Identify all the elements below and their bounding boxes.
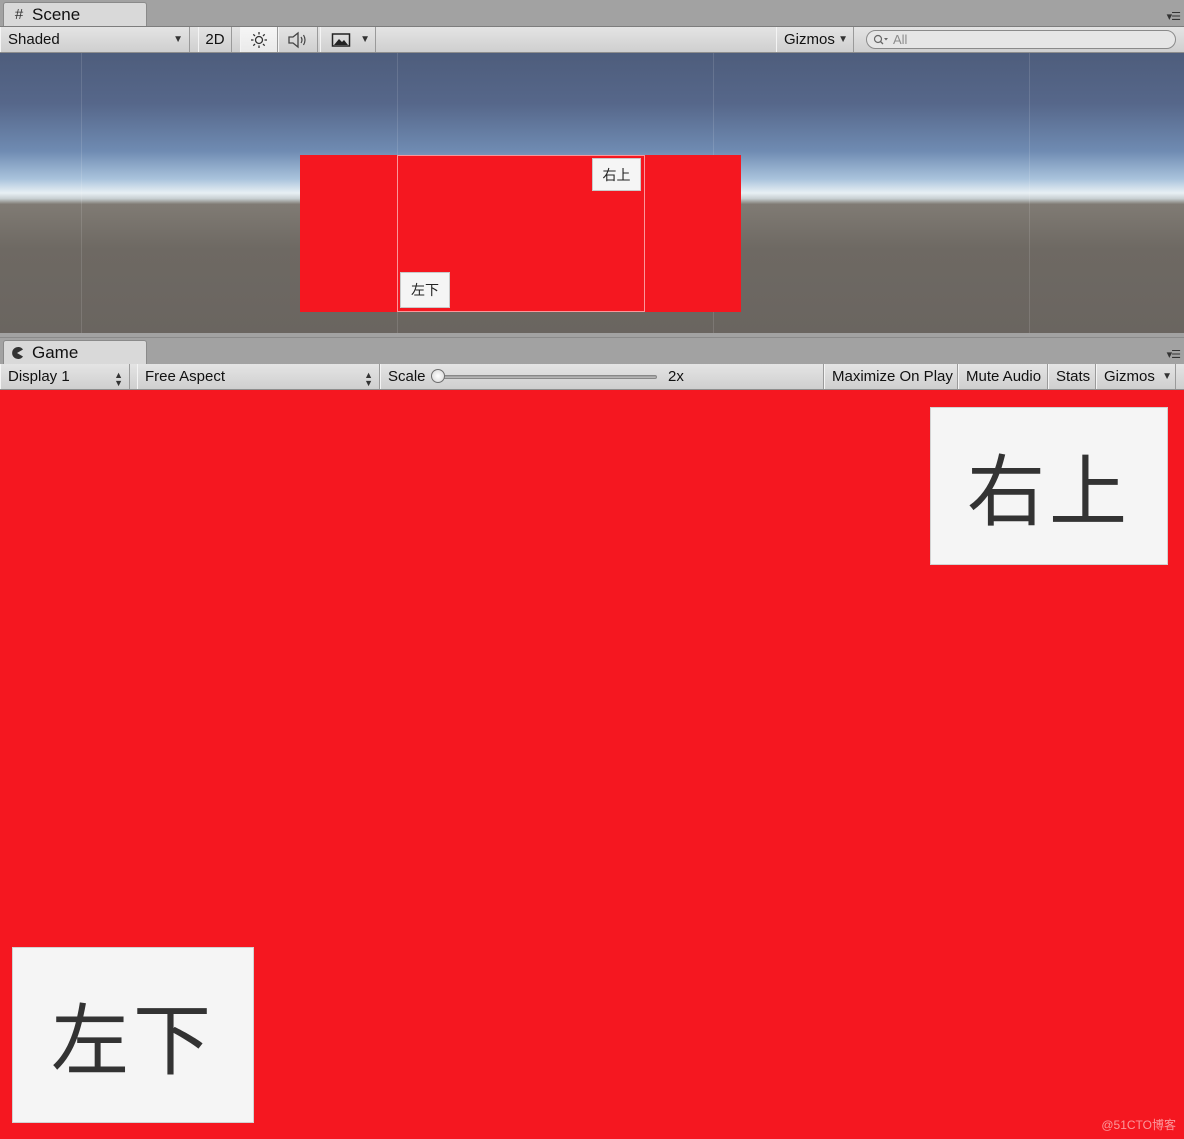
image-icon	[331, 32, 351, 48]
maximize-on-play-toggle[interactable]: Maximize On Play	[824, 364, 958, 389]
effects-dropdown[interactable]: ▼	[320, 27, 376, 52]
scale-value: 2x	[668, 368, 684, 385]
dropdown-arrow-icon: ▼	[360, 34, 370, 45]
speaker-icon	[287, 31, 309, 49]
dropdown-arrow-icon: ▼	[1162, 371, 1172, 382]
scene-tabstrip: # Scene ▾☰	[0, 0, 1184, 27]
stats-toggle[interactable]: Stats	[1048, 364, 1096, 389]
game-toolbar: Display 1 ▲ ▼ Free Aspect ▲ ▼ Scale 2x Max…	[0, 364, 1184, 390]
search-placeholder: All	[893, 32, 908, 47]
hierarchy-search-field[interactable]: All	[866, 30, 1176, 49]
game-gizmos-label: Gizmos	[1104, 368, 1155, 385]
scene-gizmos-dropdown[interactable]: Gizmos ▼	[776, 27, 854, 52]
panel-menu-icon[interactable]: ▾☰	[1167, 12, 1181, 23]
game-tabstrip: Game ▾☰	[0, 337, 1184, 365]
stats-label: Stats	[1056, 368, 1091, 385]
aspect-value: Free Aspect	[145, 368, 226, 385]
dropdown-arrow-icon: ▼	[838, 34, 848, 45]
watermark: @51CTO博客	[1101, 1118, 1176, 1132]
grid-line	[1029, 53, 1030, 333]
tab-game[interactable]: Game	[3, 340, 147, 364]
scale-slider-track[interactable]	[437, 375, 657, 379]
mute-audio-label: Mute Audio	[966, 368, 1042, 385]
panel-menu-icon[interactable]: ▾☰	[1167, 350, 1181, 361]
maximize-on-play-label: Maximize On Play	[832, 368, 953, 385]
sun-icon	[250, 31, 268, 49]
audio-toggle[interactable]	[278, 27, 318, 52]
shading-mode-dropdown[interactable]: Shaded ▼	[0, 27, 190, 52]
grid-line	[81, 53, 82, 333]
grid-icon: #	[14, 6, 24, 23]
display-dropdown[interactable]: Display 1 ▲ ▼	[0, 364, 130, 389]
game-button-bottom-left[interactable]: 左下	[12, 947, 254, 1123]
search-icon	[873, 34, 889, 46]
scene-button-top-right[interactable]: 右上	[592, 158, 641, 191]
mute-audio-toggle[interactable]: Mute Audio	[958, 364, 1048, 389]
game-gizmos-dropdown[interactable]: Gizmos ▼	[1096, 364, 1176, 389]
scene-button-bottom-left[interactable]: 左下	[400, 272, 450, 308]
dropdown-arrow-icon: ▼	[173, 34, 183, 45]
shading-mode-value: Shaded	[8, 31, 60, 48]
tab-scene[interactable]: # Scene	[3, 2, 147, 26]
scene-toolbar: Shaded ▼ 2D ▼ Gizmos ▼ All	[0, 27, 1184, 53]
tab-game-label: Game	[32, 342, 79, 362]
mode-2d-label: 2D	[205, 31, 225, 48]
aspect-dropdown[interactable]: Free Aspect ▲ ▼	[137, 364, 380, 389]
display-value: Display 1	[8, 368, 70, 385]
scene-viewport[interactable]: 右上 左下	[0, 53, 1184, 333]
pacman-icon	[10, 346, 28, 360]
game-viewport[interactable]: 右上 左下 @51CTO博客	[0, 390, 1184, 1139]
game-button-top-right[interactable]: 右上	[930, 407, 1168, 565]
tab-scene-label: Scene	[32, 4, 81, 24]
scale-slider-thumb[interactable]	[431, 369, 445, 383]
updown-arrow-icon: ▲ ▼	[364, 370, 373, 388]
scale-label: Scale	[388, 368, 426, 385]
lighting-toggle[interactable]	[240, 27, 278, 52]
mode-2d-toggle[interactable]: 2D	[198, 27, 232, 52]
updown-arrow-icon: ▲ ▼	[114, 370, 123, 388]
scene-gizmos-label: Gizmos	[784, 31, 835, 48]
scale-control: Scale 2x	[380, 364, 824, 389]
